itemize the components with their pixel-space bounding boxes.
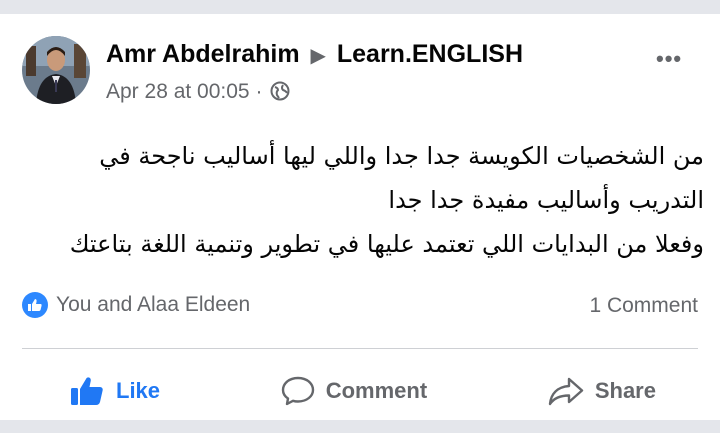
comment-button[interactable]: Comment xyxy=(280,375,427,407)
author-name[interactable]: Amr Abdelrahim xyxy=(106,40,300,68)
post-header-title: Amr Abdelrahim ▶ Learn.ENGLISH xyxy=(106,40,523,69)
reactions-summary[interactable]: You and Alaa Eldeen xyxy=(22,290,250,320)
post-card: Amr Abdelrahim ▶ Learn.ENGLISH Apr 28 at… xyxy=(0,14,720,420)
reactions-text: You and Alaa Eldeen xyxy=(56,293,251,316)
share-label: Share xyxy=(594,378,656,403)
group-name[interactable]: Learn.ENGLISH xyxy=(337,40,523,68)
post-timestamp[interactable]: Apr 28 at 00:05 xyxy=(106,80,250,103)
comment-label: Comment xyxy=(325,378,428,403)
comment-bubble-icon xyxy=(281,376,314,406)
share-button[interactable]: Share xyxy=(547,375,656,407)
like-label: Like xyxy=(116,378,161,403)
post-body: من الشخصيات الكويسة جدا جدا واللي ليها أ… xyxy=(14,134,704,266)
post-meta: Apr 28 at 00:05 · xyxy=(106,80,290,107)
post-text-line: من الشخصيات الكويسة جدا جدا واللي ليها أ… xyxy=(99,142,704,170)
like-button[interactable]: Like xyxy=(70,376,160,406)
play-arrow-icon: ▶ xyxy=(310,45,326,67)
globe-icon xyxy=(270,81,290,107)
post-text-line: وفعلا من البدايات اللي تعتمد عليها في تط… xyxy=(69,230,704,258)
like-reaction-icon xyxy=(22,292,48,318)
avatar[interactable] xyxy=(22,36,90,104)
comments-count-link[interactable]: 1 Comment xyxy=(589,294,698,318)
meta-separator: · xyxy=(255,80,263,103)
divider xyxy=(22,348,698,349)
post-text-line: التدريب وأساليب مفيدة جدا جدا xyxy=(388,186,704,214)
share-arrow-icon xyxy=(548,377,584,406)
thumbs-up-icon xyxy=(71,377,103,405)
post-actions-bar: Like Comment Share xyxy=(0,362,720,420)
more-options-icon[interactable]: ••• xyxy=(656,46,682,72)
